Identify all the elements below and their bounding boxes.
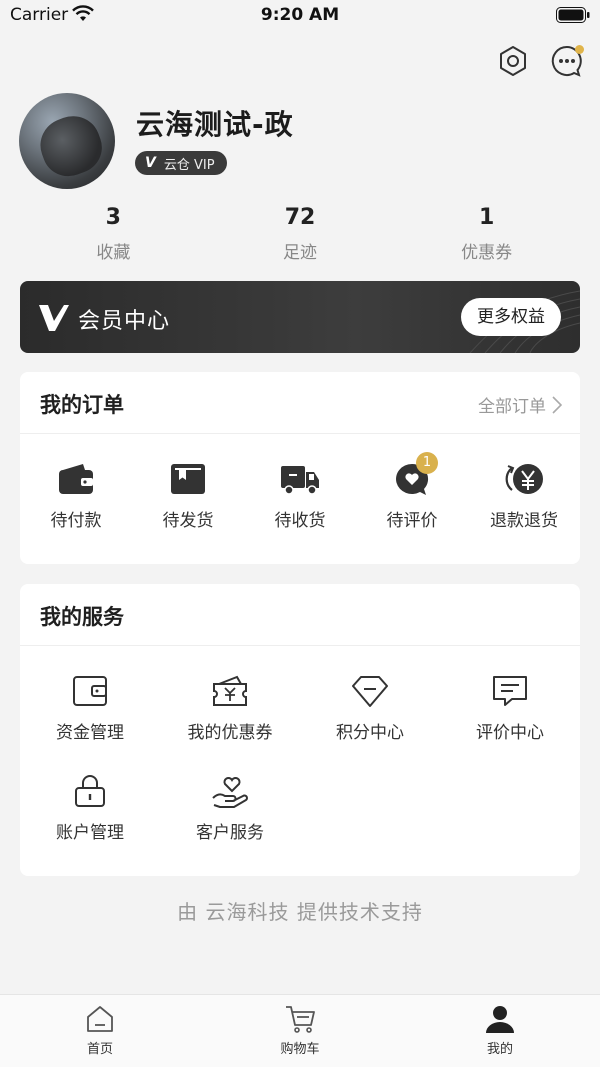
all-orders-label: 全部订单 bbox=[478, 397, 546, 417]
orders-title: 我的订单 bbox=[40, 393, 124, 417]
services-card: 我的服务 资金管理 我的优惠券 积分中心 评价中心 账户管理 客户服务 bbox=[20, 584, 580, 876]
tab-label: 我的 bbox=[486, 1042, 513, 1057]
status-bar: Carrier 9:20 AM bbox=[0, 0, 600, 32]
service-account-management[interactable]: 账户管理 bbox=[20, 774, 160, 874]
profile-stats: 3 收藏 72 足迹 1 优惠券 bbox=[20, 205, 580, 263]
all-orders-link[interactable]: 全部订单 bbox=[478, 392, 562, 417]
order-status-row: 待付款 待发货 待收货 1 待评价 退款退货 bbox=[20, 434, 580, 531]
avatar[interactable] bbox=[19, 93, 115, 189]
member-center-banner[interactable]: 会员中心 更多权益 bbox=[20, 281, 580, 353]
username: 云海测试-政 bbox=[136, 108, 294, 141]
stat-favorites[interactable]: 3 收藏 bbox=[20, 205, 207, 263]
order-pending-payment[interactable]: 待付款 bbox=[20, 462, 132, 531]
service-label: 积分中心 bbox=[336, 723, 404, 743]
member-center-title: 会员中心 bbox=[78, 309, 171, 334]
service-label: 评价中心 bbox=[476, 723, 544, 743]
tab-mine[interactable]: 我的 bbox=[400, 995, 600, 1067]
order-pending-shipment[interactable]: 待发货 bbox=[132, 462, 244, 531]
clock: 9:20 AM bbox=[260, 5, 340, 25]
services-card-header: 我的服务 bbox=[20, 584, 580, 646]
service-customer-service[interactable]: 客户服务 bbox=[160, 774, 300, 874]
stat-value: 72 bbox=[284, 205, 316, 230]
tech-support-note: 由 云海科技 提供技术支持 bbox=[177, 900, 423, 924]
vip-mark: V bbox=[145, 155, 156, 171]
service-fund-management[interactable]: 资金管理 bbox=[20, 674, 160, 774]
order-label: 待付款 bbox=[50, 511, 102, 531]
tab-home[interactable]: 首页 bbox=[0, 995, 200, 1067]
stat-coupons[interactable]: 1 优惠券 bbox=[393, 205, 580, 263]
heart-hand-icon bbox=[212, 777, 248, 808]
service-label: 资金管理 bbox=[56, 723, 124, 743]
lock-icon bbox=[75, 775, 105, 807]
chevron-right-icon bbox=[552, 395, 562, 414]
header-actions bbox=[496, 44, 584, 78]
service-my-coupons[interactable]: 我的优惠券 bbox=[160, 674, 300, 774]
more-benefits-button[interactable]: 更多权益 bbox=[461, 298, 561, 336]
order-label: 待评价 bbox=[386, 511, 438, 531]
user-icon bbox=[486, 1006, 514, 1033]
service-label: 账户管理 bbox=[56, 823, 124, 843]
services-title: 我的服务 bbox=[40, 605, 124, 629]
order-pending-receipt[interactable]: 待收货 bbox=[244, 462, 356, 531]
order-refund[interactable]: 退款退货 bbox=[468, 462, 580, 531]
message-button[interactable] bbox=[550, 44, 584, 78]
settings-icon bbox=[500, 46, 526, 76]
settings-button[interactable] bbox=[496, 44, 530, 78]
service-review-center[interactable]: 评价中心 bbox=[440, 674, 580, 774]
stat-value: 1 bbox=[479, 205, 495, 230]
comment-icon bbox=[493, 676, 527, 706]
review-count-badge: 1 bbox=[416, 452, 438, 474]
tab-bar: 首页 购物车 我的 bbox=[0, 994, 600, 1067]
tab-label: 首页 bbox=[86, 1042, 113, 1057]
truck-icon bbox=[281, 466, 319, 495]
battery-icon bbox=[556, 7, 590, 23]
box-icon bbox=[171, 464, 205, 494]
orders-card: 我的订单 全部订单 待付款 待发货 待收货 1 待评价 退款退货 bbox=[20, 372, 580, 564]
order-label: 待收货 bbox=[274, 511, 326, 531]
vip-badge-label: 云仓 VIP bbox=[163, 157, 215, 173]
vip-logo-icon bbox=[39, 305, 69, 331]
services-grid: 资金管理 我的优惠券 积分中心 评价中心 账户管理 客户服务 bbox=[20, 646, 580, 874]
orders-card-header: 我的订单 全部订单 bbox=[20, 372, 580, 434]
cart-icon bbox=[286, 1006, 315, 1033]
stat-label: 足迹 bbox=[283, 243, 317, 263]
tab-label: 购物车 bbox=[280, 1042, 320, 1057]
refund-icon bbox=[505, 464, 543, 494]
wallet-icon bbox=[59, 464, 93, 494]
service-label: 客户服务 bbox=[196, 823, 264, 843]
stat-value: 3 bbox=[105, 205, 121, 230]
stat-footprints[interactable]: 72 足迹 bbox=[207, 205, 394, 263]
order-pending-review[interactable]: 1 待评价 bbox=[356, 452, 468, 531]
order-label: 待发货 bbox=[162, 511, 214, 531]
coupon-icon bbox=[213, 675, 247, 706]
service-points-center[interactable]: 积分中心 bbox=[300, 674, 440, 774]
order-label: 退款退货 bbox=[490, 511, 558, 531]
notification-dot bbox=[575, 45, 584, 54]
tab-cart[interactable]: 购物车 bbox=[200, 995, 400, 1067]
wallet-outline-icon bbox=[73, 676, 107, 706]
stat-label: 收藏 bbox=[96, 243, 131, 263]
home-icon bbox=[87, 1006, 113, 1032]
stat-label: 优惠券 bbox=[461, 243, 513, 263]
service-label: 我的优惠券 bbox=[187, 723, 273, 743]
diamond-icon bbox=[352, 676, 388, 707]
vip-badge: V 云仓 VIP bbox=[135, 151, 227, 175]
